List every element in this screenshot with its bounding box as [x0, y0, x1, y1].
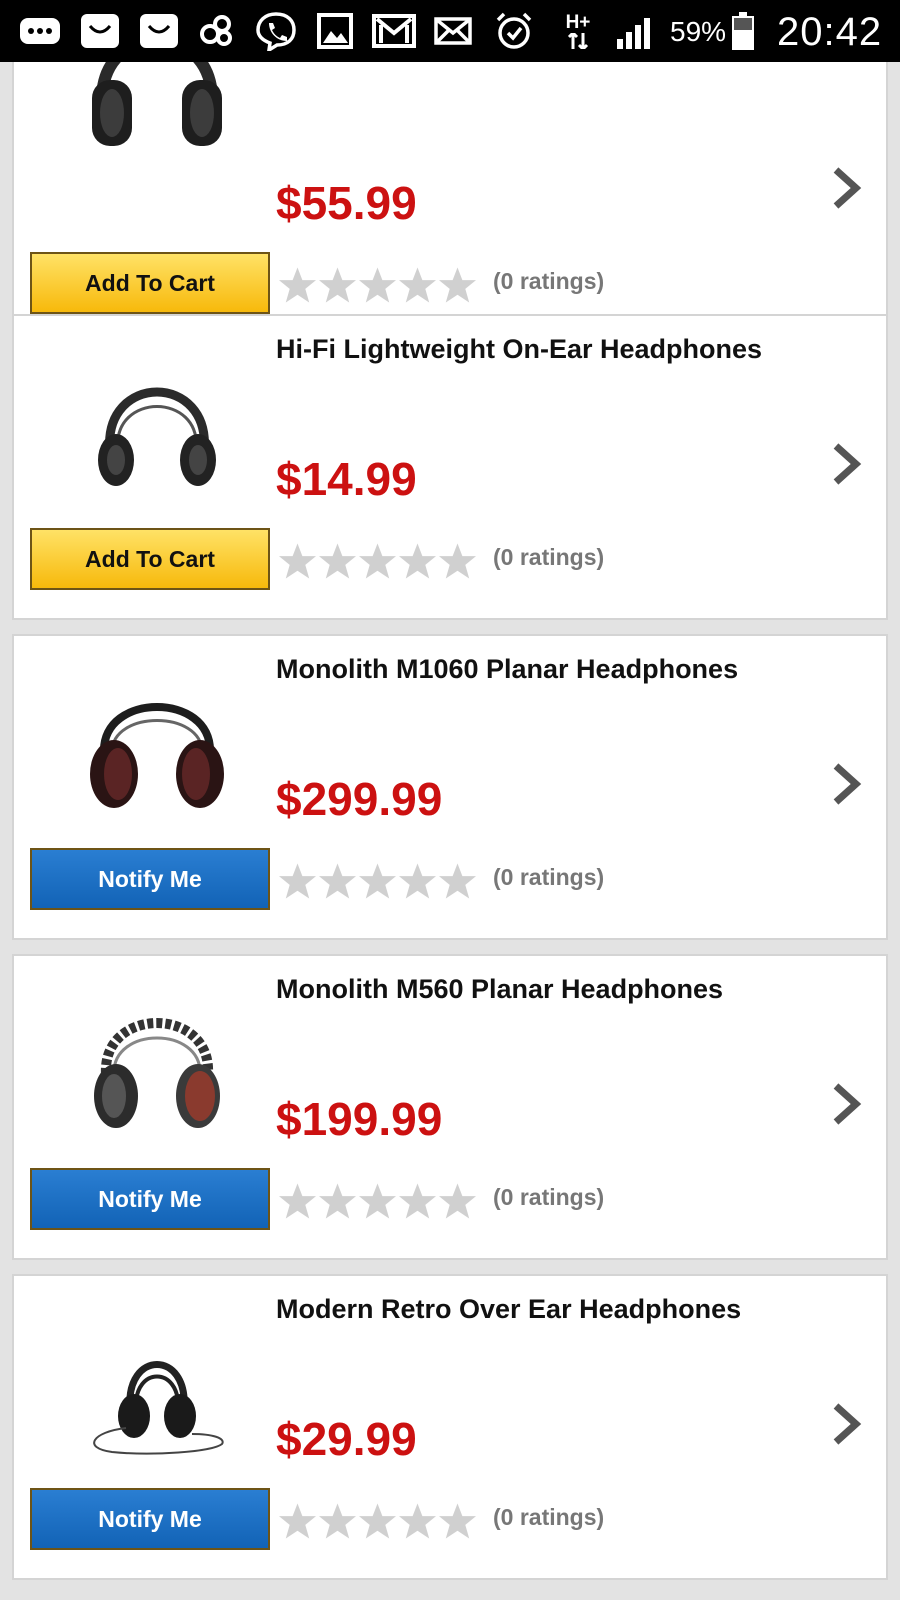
star-icon [358, 1183, 397, 1219]
ratings-count: (0 ratings) [493, 864, 605, 890]
chevron-right-icon[interactable] [830, 442, 862, 486]
product-price: $199.99 [276, 1093, 443, 1145]
notify-me-button[interactable]: Notify Me [30, 1488, 270, 1550]
clock: 20:42 [777, 10, 883, 54]
box-app-icon [78, 12, 122, 50]
ratings-count: (0 ratings) [493, 268, 605, 294]
notify-me-button[interactable]: Notify Me [30, 1168, 270, 1230]
star-icon [278, 543, 317, 579]
rating-stars [278, 542, 477, 580]
star-icon [398, 267, 437, 303]
rating-stars [278, 1502, 477, 1540]
battery-percent: 59% [670, 16, 727, 47]
star-icon [438, 543, 477, 579]
product-price: $299.99 [276, 773, 443, 825]
product-image[interactable] [72, 352, 242, 502]
star-icon [278, 863, 317, 899]
product-image[interactable] [72, 992, 242, 1142]
star-icon [318, 543, 357, 579]
star-icon [358, 1503, 397, 1539]
star-icon [438, 1503, 477, 1539]
product-title[interactable]: Hi-Fi Lightweight On-Ear Headphones [276, 334, 762, 365]
status-bar: H+ 59% 20:42 [0, 0, 900, 62]
notify-me-button[interactable]: Notify Me [30, 848, 270, 910]
chat-bubble-icon [18, 12, 62, 50]
star-icon [438, 863, 477, 899]
product-card[interactable]: Monolith M1060 Planar Headphones $299.99… [12, 634, 888, 940]
add-to-cart-button[interactable]: Add To Cart [30, 528, 270, 590]
product-price: $55.99 [276, 177, 417, 229]
star-icon [398, 863, 437, 899]
network-type-label: H+ [565, 12, 591, 33]
rating-stars [278, 862, 477, 900]
product-price: $14.99 [276, 453, 417, 505]
product-title[interactable]: Monolith M1060 Planar Headphones [276, 654, 738, 685]
product-list[interactable]: $55.99 Add To Cart (0 ratings) Hi-Fi Lig… [0, 62, 900, 1600]
star-icon [398, 1503, 437, 1539]
battery-icon [730, 12, 756, 50]
rating-stars [278, 266, 477, 304]
rating-stars [278, 1182, 477, 1220]
infinity-icon [196, 12, 236, 50]
star-icon [358, 543, 397, 579]
star-icon [358, 863, 397, 899]
star-icon [318, 267, 357, 303]
add-to-cart-button[interactable]: Add To Cart [30, 252, 270, 314]
gallery-icon [316, 12, 354, 50]
product-price: $29.99 [276, 1413, 417, 1465]
chevron-right-icon[interactable] [830, 1402, 862, 1446]
alarm-icon [494, 12, 534, 50]
product-image[interactable] [72, 62, 242, 160]
star-icon [398, 1183, 437, 1219]
star-icon [438, 267, 477, 303]
signal-icon [614, 12, 658, 50]
ratings-count: (0 ratings) [493, 544, 605, 570]
product-card[interactable]: $55.99 Add To Cart (0 ratings) [12, 62, 888, 344]
gmail-icon [372, 12, 416, 50]
product-card[interactable]: Monolith M560 Planar Headphones $199.99 … [12, 954, 888, 1260]
product-image[interactable] [72, 672, 242, 822]
chevron-right-icon[interactable] [830, 1082, 862, 1126]
star-icon [398, 543, 437, 579]
chevron-right-icon[interactable] [830, 762, 862, 806]
star-icon [318, 863, 357, 899]
star-icon [278, 1183, 317, 1219]
product-title[interactable]: Modern Retro Over Ear Headphones [276, 1294, 741, 1325]
chevron-right-icon[interactable] [830, 166, 862, 210]
star-icon [358, 267, 397, 303]
ratings-count: (0 ratings) [493, 1504, 605, 1530]
star-icon [438, 1183, 477, 1219]
star-icon [278, 267, 317, 303]
product-card[interactable]: Modern Retro Over Ear Headphones $29.99 … [12, 1274, 888, 1580]
viber-icon [254, 12, 298, 51]
star-icon [278, 1503, 317, 1539]
star-icon [318, 1503, 357, 1539]
mail-icon [433, 12, 473, 50]
star-icon [318, 1183, 357, 1219]
product-title[interactable]: Monolith M560 Planar Headphones [276, 974, 723, 1005]
hplus-data-icon: H+ [560, 12, 596, 50]
product-card[interactable]: Hi-Fi Lightweight On-Ear Headphones $14.… [12, 314, 888, 620]
ratings-count: (0 ratings) [493, 1184, 605, 1210]
product-image[interactable] [72, 1312, 242, 1462]
box-app-icon [137, 12, 181, 50]
